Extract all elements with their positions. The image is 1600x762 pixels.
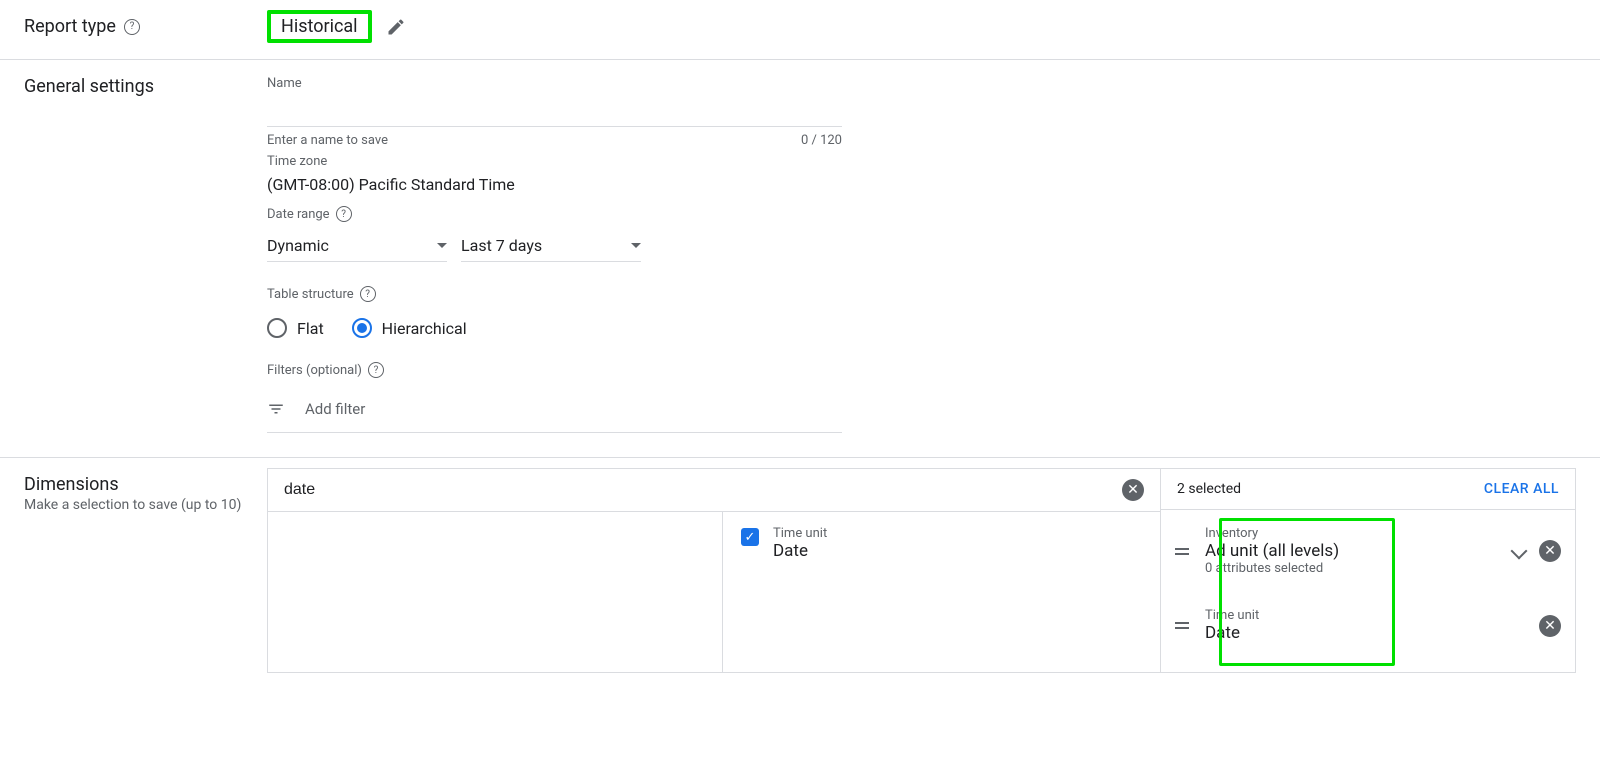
dimensions-section: Dimensions Make a selection to save (up … xyxy=(0,458,1600,673)
help-icon[interactable]: ? xyxy=(360,286,376,302)
add-filter-button[interactable]: Add filter xyxy=(267,392,842,433)
help-icon[interactable]: ? xyxy=(368,362,384,378)
daterange-label: Date range xyxy=(267,207,330,222)
dimensions-col-results: ✓ Time unit Date xyxy=(723,512,1160,672)
checkbox-icon[interactable]: ✓ xyxy=(741,528,759,546)
help-icon[interactable]: ? xyxy=(124,19,140,35)
radio-hierarchical[interactable]: Hierarchical xyxy=(352,318,467,338)
tablestruct-label-row: Table structure ? xyxy=(267,286,1576,302)
drag-handle-icon[interactable] xyxy=(1175,548,1193,555)
add-filter-text: Add filter xyxy=(305,400,365,418)
dropdown-icon xyxy=(437,243,447,248)
dimensions-search-row: ✕ xyxy=(268,469,1160,512)
dimensions-selected-panel: 2 selected CLEAR ALL Inventory Ad unit (… xyxy=(1160,469,1575,672)
selected-item-group: Time unit xyxy=(1205,608,1527,623)
filters-label: Filters (optional) xyxy=(267,363,362,378)
dimension-result-name: Date xyxy=(773,541,827,561)
selected-item-sub: 0 attributes selected xyxy=(1205,561,1501,576)
daterange-label-row: Date range ? xyxy=(267,206,1576,222)
dimensions-col-empty xyxy=(268,512,723,672)
timezone-value: (GMT-08:00) Pacific Standard Time xyxy=(267,175,1576,194)
name-input[interactable] xyxy=(267,95,842,127)
date-type-value: Dynamic xyxy=(267,236,329,255)
dimensions-label-wrap: Dimensions Make a selection to save (up … xyxy=(24,468,267,673)
date-preset-select[interactable]: Last 7 days xyxy=(461,230,641,262)
radio-hier-label: Hierarchical xyxy=(382,319,467,338)
name-counter: 0 / 120 xyxy=(801,133,842,148)
remove-icon[interactable]: ✕ xyxy=(1539,540,1561,562)
expand-icon[interactable] xyxy=(1511,543,1528,560)
filter-icon xyxy=(267,400,285,418)
dimensions-panel: ✕ ✓ Time unit Date xyxy=(267,468,1576,673)
name-label: Name xyxy=(267,76,1576,91)
report-type-label: Report type xyxy=(24,16,116,37)
radio-icon xyxy=(352,318,372,338)
report-type-value: Historical xyxy=(267,10,372,43)
selected-header: 2 selected CLEAR ALL xyxy=(1161,469,1575,510)
dimensions-heading: Dimensions xyxy=(24,474,267,495)
filters-label-row: Filters (optional) ? xyxy=(267,362,1576,378)
radio-icon xyxy=(267,318,287,338)
selected-item-name: Date xyxy=(1205,623,1527,643)
clear-all-button[interactable]: CLEAR ALL xyxy=(1484,481,1559,497)
help-icon[interactable]: ? xyxy=(336,206,352,222)
report-type-section: Report type ? Historical xyxy=(0,0,1600,60)
general-content: Name Enter a name to save 0 / 120 Time z… xyxy=(267,70,1576,433)
general-heading: General settings xyxy=(24,76,267,97)
report-type-label-wrap: Report type ? xyxy=(24,10,267,43)
dimension-result-item[interactable]: ✓ Time unit Date xyxy=(741,526,1142,561)
tablestruct-label: Table structure xyxy=(267,287,354,302)
timezone-label: Time zone xyxy=(267,154,1576,169)
dimensions-left: ✕ ✓ Time unit Date xyxy=(268,469,1160,672)
selected-list: Inventory Ad unit (all levels) 0 attribu… xyxy=(1161,510,1575,659)
report-type-content: Historical xyxy=(267,10,1576,43)
clear-search-icon[interactable]: ✕ xyxy=(1122,479,1144,501)
selected-item-group: Inventory xyxy=(1205,526,1501,541)
selected-item-name: Ad unit (all levels) xyxy=(1205,541,1501,561)
radio-flat[interactable]: Flat xyxy=(267,318,324,338)
name-placeholder-helper: Enter a name to save xyxy=(267,133,388,148)
remove-icon[interactable]: ✕ xyxy=(1539,615,1561,637)
selected-item: Time unit Date ✕ xyxy=(1175,586,1561,653)
date-type-select[interactable]: Dynamic xyxy=(267,230,447,262)
dimensions-results: ✓ Time unit Date xyxy=(268,512,1160,672)
selected-count: 2 selected xyxy=(1177,481,1241,497)
dimensions-content: ✕ ✓ Time unit Date xyxy=(267,468,1576,673)
dropdown-icon xyxy=(631,243,641,248)
general-settings-section: General settings Name Enter a name to sa… xyxy=(0,60,1600,458)
radio-flat-label: Flat xyxy=(297,319,324,338)
dimension-result-group: Time unit xyxy=(773,526,827,541)
date-preset-value: Last 7 days xyxy=(461,236,542,255)
drag-handle-icon[interactable] xyxy=(1175,622,1193,629)
dimensions-search-input[interactable] xyxy=(284,481,1122,499)
edit-icon[interactable] xyxy=(386,17,406,37)
general-label-wrap: General settings xyxy=(24,70,267,433)
selected-item: Inventory Ad unit (all levels) 0 attribu… xyxy=(1175,516,1561,586)
dimensions-sub: Make a selection to save (up to 10) xyxy=(24,497,267,513)
